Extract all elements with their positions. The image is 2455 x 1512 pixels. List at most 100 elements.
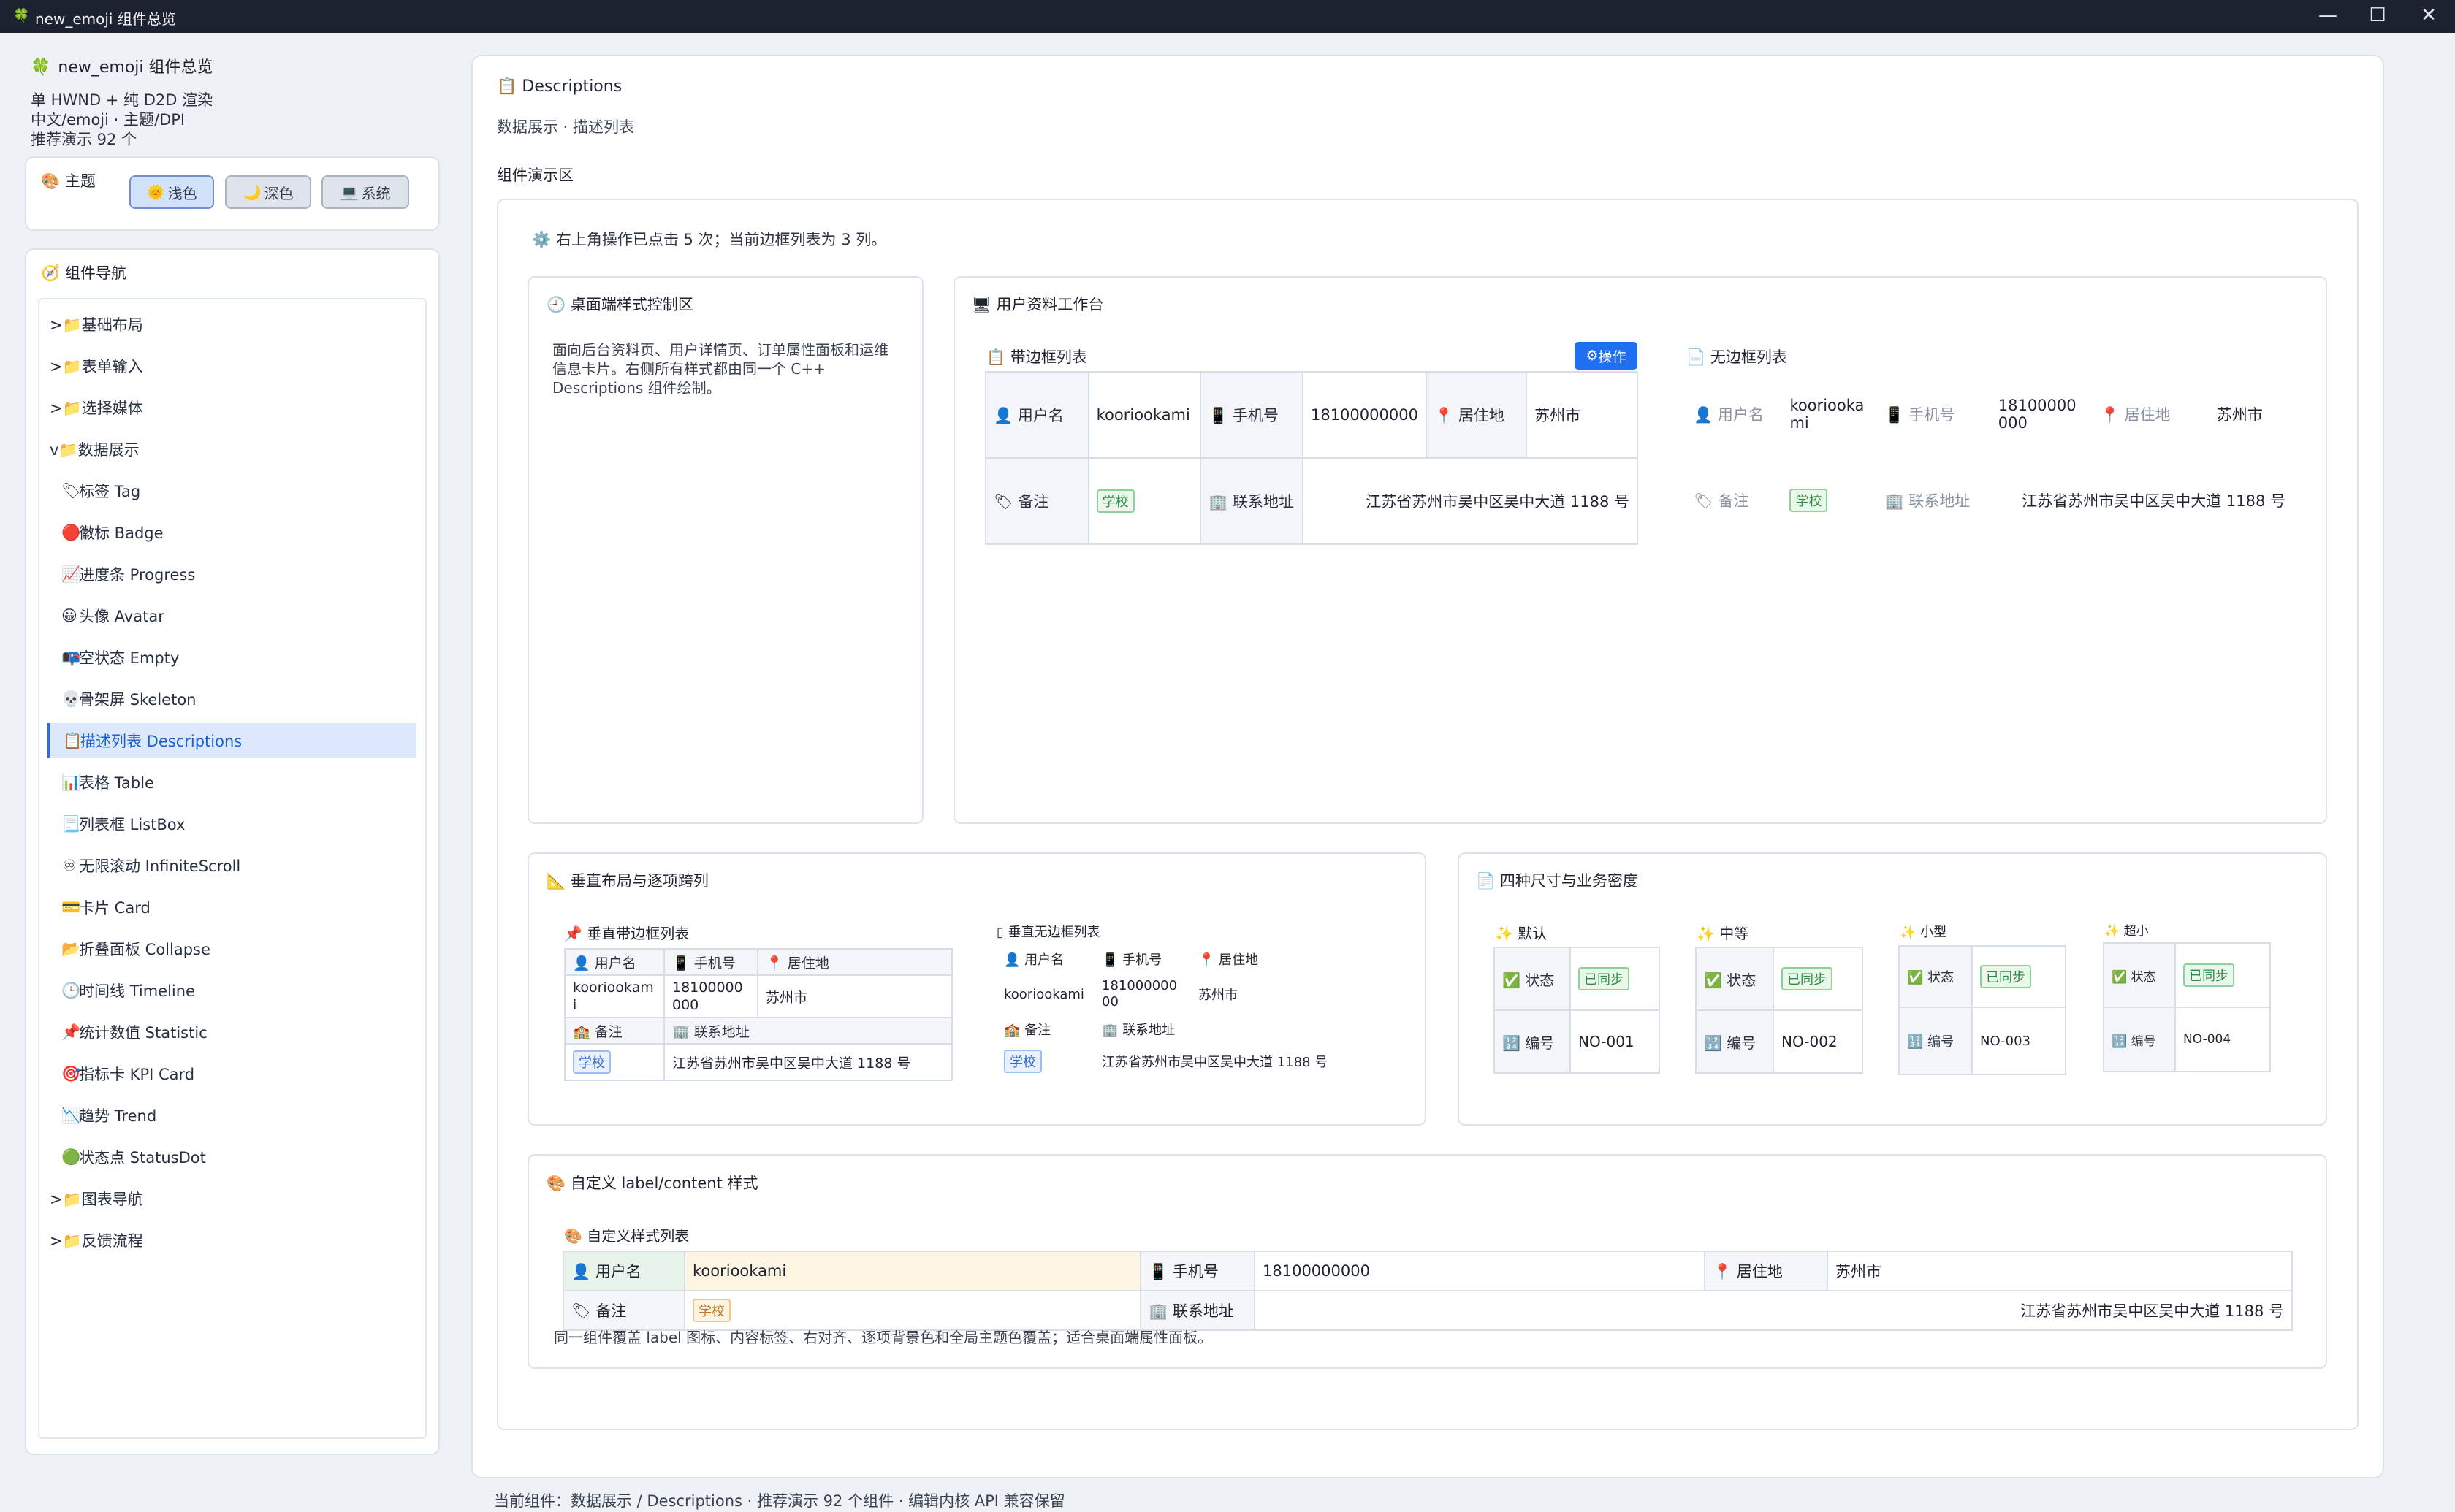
city-label-text: 居住地: [1736, 1263, 1783, 1280]
chart-up-icon: 📈: [61, 565, 81, 583]
size-small-title: ✨ 小型: [1900, 922, 1946, 941]
close-button[interactable]: ✕: [2404, 0, 2454, 33]
nav-item-statistic[interactable]: 📌 统计数值 Statistic: [61, 1015, 415, 1050]
nav-item-progress[interactable]: 📈 进度条 Progress: [61, 557, 415, 592]
remark-label-text: 备注: [1018, 493, 1049, 511]
nav-item-label: 状态点 StatusDot: [79, 1149, 206, 1167]
status-label: ✅ 状态: [1695, 947, 1774, 1011]
clock-icon: 🕘: [547, 296, 566, 313]
console-title-text: 桌面端样式控制区: [570, 296, 693, 313]
clipboard-icon: 📋: [63, 731, 83, 749]
pin-icon: 📍: [1713, 1263, 1732, 1280]
palette-icon: 🎨: [547, 1175, 566, 1192]
bordered-descriptions: 👤 用户名 kooriookami 📱 手机号 18100000000 📍 居住…: [985, 371, 1639, 545]
city-value: 苏州市: [1827, 1251, 2293, 1291]
remark-label: 🏷 备注: [563, 1290, 685, 1331]
moon-icon: 🌙: [243, 183, 262, 201]
nav-group-data[interactable]: v📁数据展示: [50, 432, 415, 467]
nav-item-kpi[interactable]: 🎯 指标卡 KPI Card: [61, 1056, 415, 1091]
username-value: kooriookami: [1789, 397, 1865, 432]
nav-item-tag[interactable]: 🏷 标签 Tag: [61, 473, 415, 508]
status-label-text: 状态: [1525, 971, 1555, 989]
console-text: 面向后台资料页、用户详情页、订单属性面板和运维信息卡片。右侧所有样式都由同一个 …: [552, 341, 888, 397]
school-icon: 🏫: [1004, 1023, 1021, 1038]
operation-button[interactable]: ⚙ 操作: [1575, 342, 1637, 370]
page-icon: 📃: [61, 814, 81, 833]
check-icon: ✅: [1907, 970, 1924, 985]
compass-icon: 🧭: [41, 264, 61, 282]
vertical-title: 📐 垂直布局与逐项跨列: [547, 869, 709, 891]
nav-item-empty[interactable]: 📭 空状态 Empty: [61, 640, 415, 675]
folder-open-icon: 📂: [61, 939, 81, 958]
size-small-descriptions: ✅ 状态 已同步 🔢 编号 NO-003: [1898, 945, 2066, 1075]
nav-group-charts[interactable]: >📁图表导航: [50, 1181, 415, 1216]
username-label-text: 用户名: [1024, 952, 1065, 968]
maximize-button[interactable]: ☐: [2353, 0, 2402, 33]
username-label: 👤 用户名: [1686, 371, 1782, 457]
vertical-borderless-descriptions: 👤 用户名 📱 手机号 📍 居住地 kooriookami 1810000000…: [997, 945, 1391, 1080]
monitor-icon: 🖥: [972, 296, 991, 313]
nav-item-label: 无限滚动 InfiniteScroll: [79, 858, 241, 875]
status-label: ✅ 状态: [2103, 942, 2176, 1008]
remark-tag: 学校: [573, 1050, 611, 1074]
nav-item-infinitescroll[interactable]: ♾ 无限滚动 InfiniteScroll: [61, 848, 415, 883]
nav-item-skeleton[interactable]: 💀 骨架屏 Skeleton: [61, 681, 415, 717]
nav-group-media[interactable]: >📁选择媒体: [50, 390, 415, 425]
nav-item-label: 列表框 ListBox: [79, 816, 186, 833]
nav-item-trend[interactable]: 📉 趋势 Trend: [61, 1098, 415, 1133]
building-icon: 🏢: [1884, 492, 1904, 510]
minimize-button[interactable]: —: [2303, 0, 2353, 33]
school-icon: 🏫: [573, 1023, 590, 1040]
nav-item-label: 时间线 Timeline: [79, 982, 195, 1000]
address-value: 江苏省苏州市吴中区吴中大道 1188 号: [663, 1043, 953, 1081]
palette-icon: 🎨: [41, 172, 61, 190]
nav-item-timeline[interactable]: 🕒 时间线 Timeline: [61, 973, 415, 1008]
custom-list-title: 🎨 自定义样式列表: [564, 1224, 689, 1245]
clover-icon: 🍀: [13, 8, 30, 23]
workbench-card: [954, 276, 2327, 824]
pin-icon: 📍: [766, 955, 783, 971]
clock-icon: 🕒: [61, 981, 81, 999]
nav-item-card[interactable]: 💳 卡片 Card: [61, 890, 415, 925]
theme-system-button[interactable]: 💻 系统: [321, 175, 409, 209]
nav-group-layout[interactable]: >📁基础布局: [50, 307, 415, 342]
nav-item-avatar[interactable]: 😀 头像 Avatar: [61, 598, 415, 633]
nav-item-statusdot[interactable]: 🟢 状态点 StatusDot: [61, 1139, 415, 1175]
theme-dark-button[interactable]: 🌙 深色: [225, 175, 311, 209]
vertical-bordered-title-text: 垂直带边框列表: [587, 925, 690, 942]
phone-label: 📱 手机号: [1877, 371, 1990, 457]
clover-icon: 🍀: [31, 58, 51, 77]
phone-label-text: 手机号: [1122, 952, 1162, 968]
workbench-title-text: 用户资料工作台: [996, 296, 1104, 313]
nav-group-form[interactable]: >📁表单输入: [50, 348, 415, 383]
nav-item-descriptions[interactable]: 📋 描述列表 Descriptions: [47, 723, 416, 758]
remark-value: 学校: [1087, 457, 1202, 545]
remark-tag: 学校: [1096, 489, 1135, 513]
phone-label-text: 手机号: [1172, 1263, 1219, 1280]
nav-item-badge[interactable]: 🔴 徽标 Badge: [61, 515, 415, 550]
page-icon: 📄: [1476, 872, 1496, 890]
page-title-text: Descriptions: [522, 77, 623, 96]
gear-icon: ⚙: [1586, 348, 1599, 364]
nav-item-label: 徽标 Badge: [79, 524, 164, 542]
page-title: 📋 Descriptions: [497, 77, 622, 96]
ruler-icon: 📐: [547, 872, 566, 890]
address-value: 江苏省苏州市吴中区吴中大道 1188 号: [1254, 1290, 2293, 1331]
nav-item-collapse[interactable]: 📂 折叠面板 Collapse: [61, 931, 415, 966]
nav-group-feedback[interactable]: >📁反馈流程: [50, 1223, 415, 1258]
nav-item-listbox[interactable]: 📃 列表框 ListBox: [61, 806, 415, 841]
operation-button-label: 操作: [1598, 348, 1626, 365]
id-label-text: 编号: [2131, 1034, 2156, 1049]
demo-label: 组件演示区: [497, 167, 574, 184]
nav-item-label: 进度条 Progress: [79, 566, 196, 584]
city-label-text: 居住地: [2124, 406, 2171, 424]
nav-item-table[interactable]: 📊 表格 Table: [61, 765, 415, 800]
vertical-bordered-descriptions: 👤 用户名 📱 手机号 📍 居住地 kooriookami 1810000000…: [564, 948, 953, 1081]
clipboard-icon: 📋: [986, 348, 1006, 366]
phone-icon: 📱: [672, 955, 690, 971]
phone-label-text: 手机号: [1232, 407, 1279, 424]
status-tag: 已同步: [1781, 967, 1832, 990]
theme-light-button[interactable]: 🌞 浅色: [129, 175, 214, 209]
sparkle-icon: ✨: [2104, 924, 2120, 939]
smile-icon: 😀: [61, 607, 77, 625]
